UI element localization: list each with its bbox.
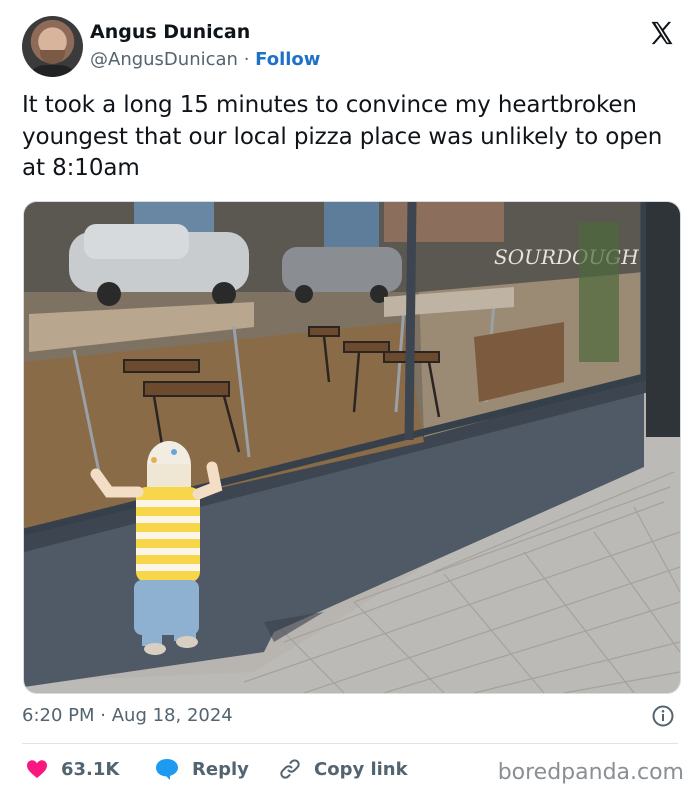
reply-label: Reply	[192, 758, 249, 780]
like-count: 63.1K	[61, 758, 120, 780]
follow-button[interactable]: Follow	[255, 49, 320, 70]
tweet-photo[interactable]: SOURDOUGH PIZZA	[23, 201, 681, 694]
reply-button[interactable]: Reply	[154, 752, 249, 786]
author-name[interactable]: Angus Dunican	[90, 21, 250, 43]
footer-divider	[22, 743, 678, 744]
tweet-header: Angus Dunican @AngusDunican · Follow	[22, 16, 682, 78]
avatar-beard	[40, 50, 65, 64]
copy-link-button[interactable]: Copy link	[278, 752, 408, 786]
avatar-shirt	[27, 65, 78, 77]
like-button[interactable]: 63.1K	[25, 752, 119, 786]
x-logo-icon[interactable]	[648, 19, 676, 47]
tweet-text: It took a long 15 minutes to convince my…	[22, 92, 663, 181]
timestamp-separator: ·	[100, 705, 106, 726]
avatar[interactable]	[22, 16, 83, 77]
author-handle-line: @AngusDunican · Follow	[90, 49, 320, 70]
copy-link-label: Copy link	[314, 758, 408, 780]
handle-separator: ·	[243, 49, 250, 70]
speech-bubble-icon	[156, 759, 178, 780]
author-handle[interactable]: @AngusDunican	[90, 49, 238, 70]
tweet-time: 6:20 PM	[22, 705, 95, 726]
tweet-date: Aug 18, 2024	[111, 705, 233, 726]
boredpanda-watermark: boredpanda.com	[497, 760, 684, 785]
link-icon	[280, 759, 300, 779]
info-icon[interactable]	[651, 704, 675, 728]
heart-icon	[27, 760, 47, 778]
tweet-timestamp[interactable]: 6:20 PM · Aug 18, 2024	[22, 705, 233, 726]
pizza-shop-window-scene: SOURDOUGH PIZZA	[24, 202, 680, 693]
